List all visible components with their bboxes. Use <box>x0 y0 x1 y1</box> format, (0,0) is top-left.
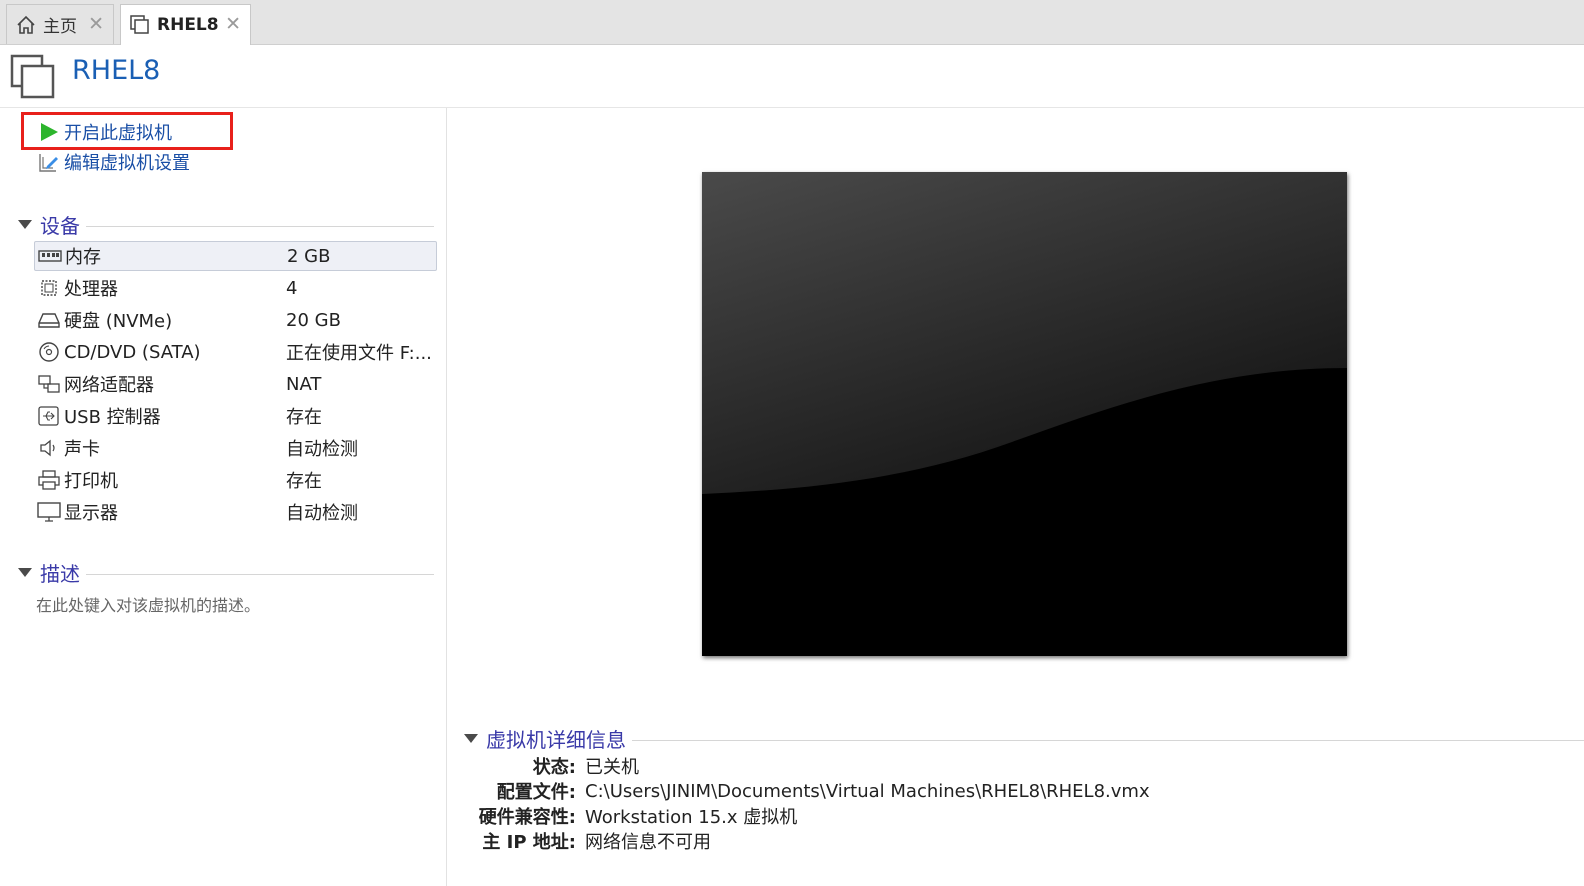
device-row-printer[interactable]: 打印机 存在 <box>34 465 437 495</box>
power-on-label: 开启此虚拟机 <box>64 123 172 144</box>
device-row-sound[interactable]: 声卡 自动检测 <box>34 433 437 463</box>
close-icon[interactable]: ✕ <box>88 14 104 34</box>
detail-value: C:\Users\JINIM\Documents\Virtual Machine… <box>585 780 1150 802</box>
details-section-title: 虚拟机详细信息 <box>486 727 626 752</box>
device-row-network[interactable]: 网络适配器 NAT <box>34 369 437 399</box>
power-on-button[interactable]: 开启此虚拟机 <box>38 118 172 146</box>
details-section-header: 虚拟机详细信息 <box>464 724 1584 752</box>
device-value: 存在 <box>286 471 322 492</box>
device-value: 20 GB <box>286 309 341 331</box>
edit-settings-icon <box>39 154 58 172</box>
home-icon <box>17 15 35 34</box>
device-name: 打印机 <box>64 471 118 492</box>
usb-icon <box>38 406 59 426</box>
device-row-display[interactable]: 显示器 自动检测 <box>34 497 437 527</box>
tab-home-label: 主页 <box>43 17 77 37</box>
printer-icon <box>38 470 60 490</box>
device-row-memory[interactable]: 内存 2 GB <box>34 241 437 271</box>
page-title: RHEL8 <box>72 55 161 86</box>
edit-settings-label: 编辑虚拟机设置 <box>64 153 190 174</box>
device-value: 自动检测 <box>286 439 358 460</box>
network-icon <box>38 375 60 393</box>
device-value: 4 <box>286 277 298 299</box>
collapse-triangle-icon[interactable] <box>464 733 478 743</box>
detail-row-config-file: 配置文件: C:\Users\JINIM\Documents\Virtual M… <box>464 779 1464 804</box>
vm-icon <box>130 15 149 34</box>
device-row-harddisk[interactable]: 硬盘 (NVMe) 20 GB <box>34 305 437 335</box>
close-icon[interactable]: ✕ <box>225 14 241 34</box>
play-icon <box>41 123 58 141</box>
divider <box>86 225 434 227</box>
device-name: USB 控制器 <box>64 407 161 428</box>
description-section-title: 描述 <box>40 561 80 586</box>
harddisk-icon <box>38 313 60 328</box>
detail-value: 网络信息不可用 <box>585 832 711 853</box>
detail-row-status: 状态: 已关机 <box>464 754 1464 778</box>
detail-label: 配置文件: <box>496 782 576 803</box>
memory-icon <box>38 250 62 262</box>
device-value: 正在使用文件 F:... <box>286 343 432 364</box>
device-name: CD/DVD (SATA) <box>64 341 201 363</box>
device-value: 自动检测 <box>286 503 358 524</box>
device-name: 网络适配器 <box>64 375 154 396</box>
device-value: NAT <box>286 373 322 395</box>
speaker-icon <box>40 439 55 457</box>
collapse-triangle-icon[interactable] <box>18 567 32 577</box>
device-row-cpu[interactable]: 处理器 4 <box>34 273 437 303</box>
detail-row-hardware-compat: 硬件兼容性: Workstation 15.x 虚拟机 <box>464 804 1464 828</box>
device-name: 显示器 <box>64 503 118 524</box>
tab-rhel8-label: RHEL8 <box>157 15 219 35</box>
detail-row-ip-address: 主 IP 地址: 网络信息不可用 <box>464 829 1464 853</box>
device-name: 处理器 <box>64 279 118 300</box>
device-value: 2 GB <box>287 245 331 267</box>
tab-rhel8[interactable]: RHEL8 ✕ <box>120 4 251 45</box>
cd-icon <box>39 342 59 362</box>
tab-home[interactable]: 主页 ✕ <box>6 4 114 44</box>
edit-settings-button[interactable]: 编辑虚拟机设置 <box>38 148 190 176</box>
device-row-usb[interactable]: USB 控制器 存在 <box>34 401 437 431</box>
device-value: 存在 <box>286 407 322 428</box>
collapse-triangle-icon[interactable] <box>18 219 32 229</box>
vm-screen-preview[interactable] <box>702 172 1347 656</box>
detail-label: 硬件兼容性: <box>478 807 576 828</box>
divider <box>632 739 1584 741</box>
devices-section-title: 设备 <box>40 213 80 238</box>
device-name: 声卡 <box>64 439 100 460</box>
tab-bar: 主页 ✕ RHEL8 ✕ <box>0 0 1584 45</box>
description-placeholder[interactable]: 在此处键入对该虚拟机的描述。 <box>36 592 260 616</box>
detail-label: 主 IP 地址: <box>482 832 576 853</box>
device-row-cd-dvd[interactable]: CD/DVD (SATA) 正在使用文件 F:... <box>34 337 437 367</box>
left-panel: 开启此虚拟机 编辑虚拟机设置 设备 内存 2 GB 处理器 4 硬盘 (NVMe… <box>0 108 447 886</box>
cpu-icon <box>41 280 57 296</box>
monitor-icon <box>37 502 61 522</box>
vm-header: RHEL8 <box>0 45 1584 108</box>
devices-section-header: 设备 <box>18 210 434 238</box>
description-section-header: 描述 <box>18 558 434 586</box>
vm-icon <box>10 54 55 99</box>
device-name: 内存 <box>65 247 101 268</box>
detail-label: 状态: <box>532 757 576 778</box>
detail-value: Workstation 15.x 虚拟机 <box>585 807 798 828</box>
divider <box>86 573 434 575</box>
detail-value: 已关机 <box>585 757 639 778</box>
device-name: 硬盘 (NVMe) <box>64 311 173 332</box>
